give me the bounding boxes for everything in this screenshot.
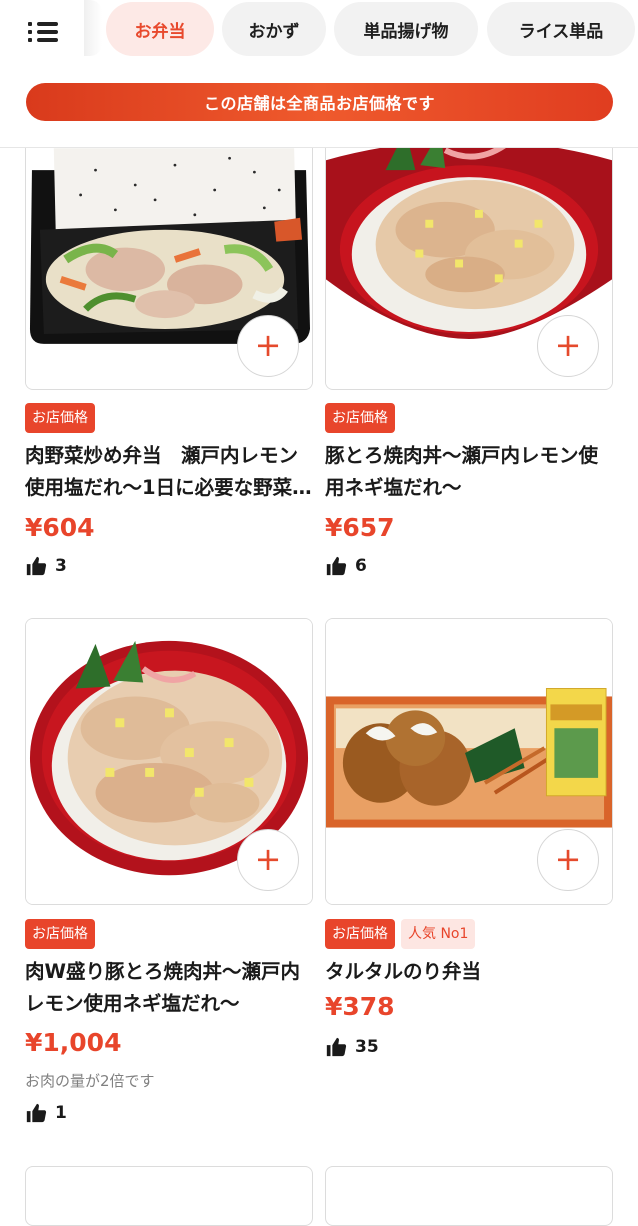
thumbs-up-icon bbox=[326, 556, 347, 576]
product-price: ¥657 bbox=[325, 513, 395, 542]
tab-bento[interactable]: お弁当 bbox=[106, 2, 214, 56]
product-card[interactable]: + お店価格 肉野菜炒め弁当 瀬戸内レモン使用塩だれ〜1日に必要な野菜の1/2が… bbox=[25, 130, 313, 590]
product-card[interactable]: + お店価格 人気 No1 タルタルのり弁当 ¥378 35 bbox=[325, 618, 613, 1078]
badge-row: お店価格 bbox=[25, 403, 95, 433]
store-price-badge: お店価格 bbox=[25, 919, 95, 949]
tab-scroll-fade bbox=[84, 0, 102, 56]
tab-side-dishes[interactable]: おかず bbox=[222, 2, 326, 56]
store-price-notice: この店舗は全商品お店価格です bbox=[26, 83, 613, 121]
product-name[interactable]: タルタルのり弁当 bbox=[325, 956, 613, 988]
store-price-badge: お店価格 bbox=[325, 919, 395, 949]
like-count-value: 1 bbox=[55, 1103, 67, 1123]
thumbs-up-icon bbox=[326, 1037, 347, 1057]
like-count[interactable]: 3 bbox=[25, 555, 67, 577]
tab-rice[interactable]: ライス単品 bbox=[487, 2, 635, 56]
badge-row: お店価格 人気 No1 bbox=[325, 919, 476, 949]
badge-row: お店価格 bbox=[25, 919, 95, 949]
menu-button[interactable] bbox=[18, 8, 74, 52]
header: お弁当 おかず 単品揚げ物 ライス単品 この店舗は全商品お店価格です bbox=[0, 0, 638, 148]
plus-icon: + bbox=[254, 326, 282, 364]
product-price: ¥378 bbox=[325, 992, 395, 1021]
like-count[interactable]: 35 bbox=[325, 1036, 379, 1058]
product-card-partial[interactable] bbox=[25, 1166, 313, 1226]
product-name[interactable]: 肉野菜炒め弁当 瀬戸内レモン使用塩だれ〜1日に必要な野菜の1/2が摂れる〜 bbox=[25, 440, 313, 504]
add-to-cart-button[interactable]: + bbox=[237, 829, 299, 891]
plus-icon: + bbox=[554, 840, 582, 878]
tab-fried-items[interactable]: 単品揚げ物 bbox=[334, 2, 478, 56]
product-card[interactable]: + お店価格 豚とろ焼肉丼〜瀬戸内レモン使用ネギ塩だれ〜 ¥657 6 bbox=[325, 130, 613, 590]
product-name[interactable]: 豚とろ焼肉丼〜瀬戸内レモン使用ネギ塩だれ〜 bbox=[325, 440, 613, 504]
add-to-cart-button[interactable]: + bbox=[537, 829, 599, 891]
plus-icon: + bbox=[554, 326, 582, 364]
add-to-cart-button[interactable]: + bbox=[237, 315, 299, 377]
like-count-value: 3 bbox=[55, 556, 67, 576]
like-count-value: 35 bbox=[355, 1037, 379, 1057]
popular-badge: 人気 No1 bbox=[401, 919, 476, 949]
product-price: ¥604 bbox=[25, 513, 95, 542]
store-price-badge: お店価格 bbox=[25, 403, 95, 433]
add-to-cart-button[interactable]: + bbox=[537, 315, 599, 377]
product-name[interactable]: 肉W盛り豚とろ焼肉丼〜瀬戸内レモン使用ネギ塩だれ〜 bbox=[25, 956, 313, 1020]
product-price: ¥1,004 bbox=[25, 1028, 122, 1057]
thumbs-up-icon bbox=[26, 1103, 47, 1123]
plus-icon: + bbox=[254, 840, 282, 878]
like-count[interactable]: 6 bbox=[325, 555, 367, 577]
product-card[interactable]: + お店価格 肉W盛り豚とろ焼肉丼〜瀬戸内レモン使用ネギ塩だれ〜 ¥1,004 … bbox=[25, 618, 313, 1138]
product-card-partial[interactable] bbox=[325, 1166, 613, 1226]
like-count[interactable]: 1 bbox=[25, 1102, 67, 1124]
thumbs-up-icon bbox=[26, 556, 47, 576]
store-price-badge: お店価格 bbox=[325, 403, 395, 433]
product-note: お肉の量が2倍です bbox=[25, 1072, 155, 1090]
like-count-value: 6 bbox=[355, 556, 367, 576]
badge-row: お店価格 bbox=[325, 403, 395, 433]
